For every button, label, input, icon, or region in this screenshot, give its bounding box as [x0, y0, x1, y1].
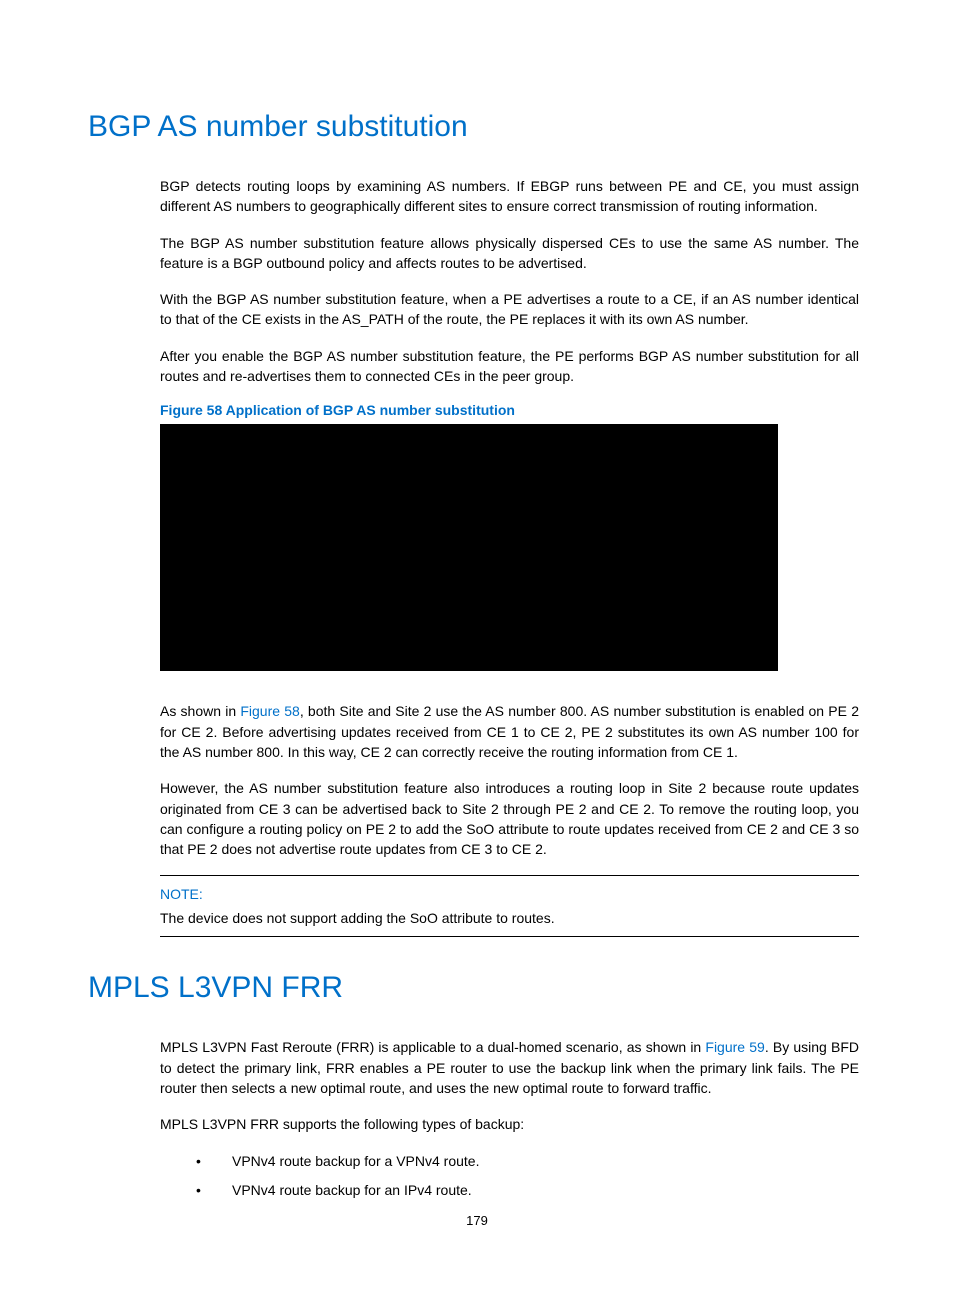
figure-reference-link[interactable]: Figure 58	[240, 703, 299, 719]
note-box: NOTE: The device does not support adding…	[160, 875, 859, 937]
paragraph: The BGP AS number substitution feature a…	[88, 233, 859, 274]
page-number: 179	[0, 1213, 954, 1228]
text-span: MPLS L3VPN Fast Reroute (FRR) is applica…	[160, 1039, 705, 1055]
paragraph: BGP detects routing loops by examining A…	[88, 176, 859, 217]
paragraph: However, the AS number substitution feat…	[88, 778, 859, 859]
list-item: VPNv4 route backup for a VPNv4 route.	[88, 1151, 859, 1172]
note-content: The device does not support adding the S…	[160, 910, 859, 926]
paragraph: After you enable the BGP AS number subst…	[88, 346, 859, 387]
figure-diagram-placeholder	[160, 424, 778, 671]
figure-caption: Figure 58 Application of BGP AS number s…	[88, 402, 859, 418]
note-label: NOTE:	[160, 886, 859, 902]
text-span: As shown in	[160, 703, 240, 719]
section-heading-mpls: MPLS L3VPN FRR	[88, 971, 859, 1005]
paragraph: MPLS L3VPN Fast Reroute (FRR) is applica…	[88, 1037, 859, 1098]
figure-reference-link[interactable]: Figure 59	[705, 1039, 764, 1055]
paragraph: MPLS L3VPN FRR supports the following ty…	[88, 1114, 859, 1134]
paragraph: As shown in Figure 58, both Site and Sit…	[88, 701, 859, 762]
list-item: VPNv4 route backup for an IPv4 route.	[88, 1180, 859, 1201]
paragraph: With the BGP AS number substitution feat…	[88, 289, 859, 330]
section-heading-bgp: BGP AS number substitution	[88, 110, 859, 144]
